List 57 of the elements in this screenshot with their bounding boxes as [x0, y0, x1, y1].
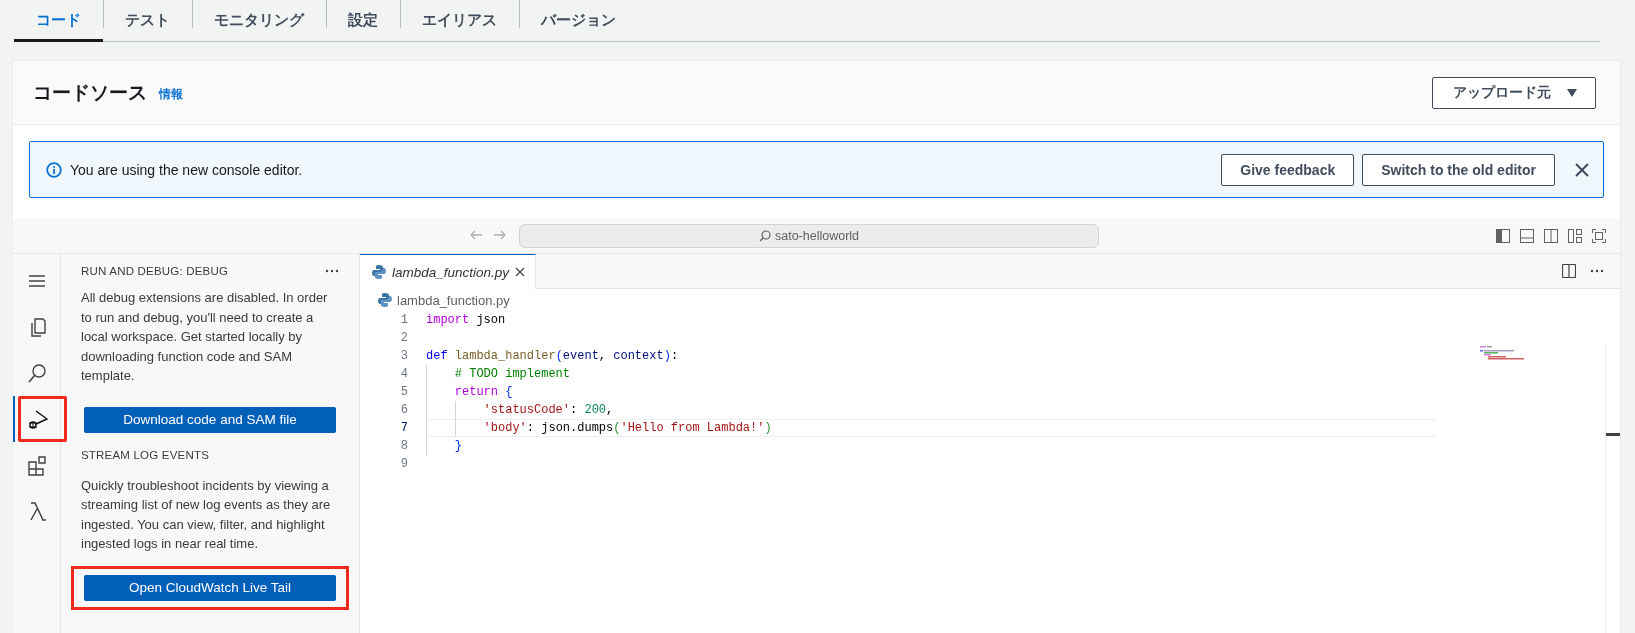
grid-layout-icon[interactable] [1568, 229, 1582, 243]
line-number: 4 [399, 367, 409, 381]
more-icon[interactable] [1590, 269, 1604, 273]
tab[interactable]: 設定 [326, 0, 400, 41]
panel-description: Quickly troubleshoot incidents by viewing a streaming list of new log events as they are ingested. You can view, filter, and highlight ingested logs in near real time. [81, 476, 332, 553]
caret-icon [1567, 88, 1577, 97]
close-icon[interactable] [1575, 162, 1589, 177]
line-number: 7 [399, 421, 409, 435]
search-icon[interactable] [25, 362, 48, 384]
upload-dropdown-button[interactable]: アップロード元 [1432, 76, 1596, 109]
split-editor-icon[interactable] [1562, 264, 1576, 278]
alert-button[interactable]: Switch to the old editor [1362, 153, 1555, 186]
split-layout-icon[interactable] [1544, 229, 1558, 243]
line-number: 5 [399, 385, 409, 399]
tab[interactable]: テスト [103, 0, 192, 41]
line-number: 1 [399, 313, 409, 327]
code-line: return { [453, 385, 513, 399]
python-file-icon [372, 264, 386, 280]
tab[interactable]: バージョン [519, 0, 638, 41]
info-link[interactable]: 情報 [159, 87, 183, 102]
sidebar-layout-icon[interactable] [1496, 229, 1510, 243]
alert-button[interactable]: Give feedback [1221, 153, 1355, 186]
extensions-icon[interactable] [25, 454, 48, 476]
code-line: 'body': json.dumps('Hello from Lambda!') [482, 421, 772, 435]
code-line: } [453, 439, 462, 453]
tab[interactable]: モニタリング [192, 0, 326, 41]
info-icon [46, 161, 62, 178]
line-number: 3 [399, 349, 409, 363]
code-line: import json [426, 313, 506, 327]
section-heading: STREAM LOG EVENTS [81, 448, 209, 461]
fullscreen-icon[interactable] [1592, 229, 1606, 243]
line-number: 6 [399, 403, 409, 417]
breadcrumb[interactable]: lambda_function.py [397, 292, 510, 308]
search-icon [758, 230, 771, 242]
code-line: 'statusCode': 200, [482, 403, 614, 417]
code-line: def lambda_handler(event, context): [426, 349, 679, 363]
command-search-field[interactable]: sato-helloworld [519, 224, 1099, 248]
panel-title: RUN AND DEBUG: DEBUG [81, 265, 229, 277]
panel-layout-icon[interactable] [1520, 229, 1534, 243]
panel-description: All debug extensions are disabled. In order to run and debug, you'll need to create a local workspace. Get started locally by downloading function code and SAM template. [81, 289, 329, 385]
highlight-frame [18, 396, 67, 442]
code-line: # TODO implement [453, 367, 571, 381]
tab[interactable]: コード [14, 0, 103, 42]
primary-button[interactable]: Download code and SAM file [84, 406, 336, 433]
alert-message: You are using the new console editor. [70, 161, 303, 178]
more-icon[interactable] [325, 269, 339, 273]
line-number: 2 [399, 331, 409, 345]
line-number: 8 [399, 439, 409, 453]
primary-button[interactable]: Open CloudWatch Live Tail [84, 574, 336, 601]
tab[interactable]: エイリアス [400, 0, 519, 41]
run-debug-icon[interactable] [26, 408, 49, 430]
cursor-ruler-mark [1606, 433, 1620, 436]
section-title: コードソース [33, 80, 147, 105]
python-file-icon [378, 292, 392, 308]
line-number: 9 [399, 457, 409, 471]
editor-tab[interactable]: lambda_function.py [360, 254, 537, 289]
close-icon[interactable] [515, 267, 526, 277]
